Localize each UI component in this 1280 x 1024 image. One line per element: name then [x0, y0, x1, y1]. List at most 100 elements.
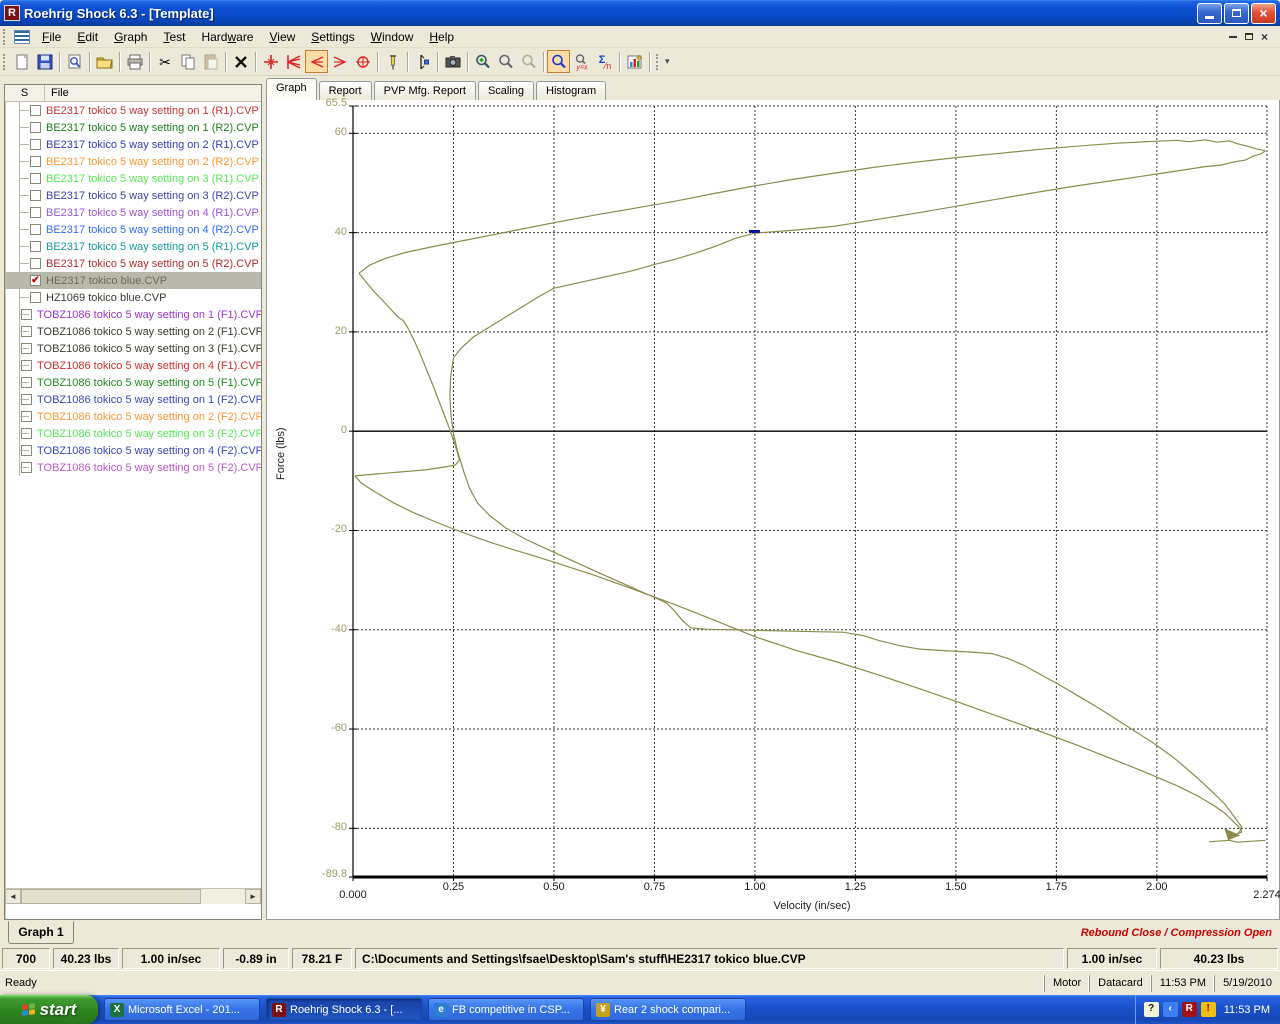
- scroll-left-icon[interactable]: ◄: [5, 889, 21, 904]
- file-checkbox[interactable]: [30, 122, 41, 133]
- collapse-tray-icon[interactable]: ‹: [1163, 1002, 1178, 1017]
- taskbar-button[interactable]: RRoehrig Shock 6.3 - [...: [266, 998, 422, 1021]
- save-button[interactable]: [33, 50, 56, 73]
- cut-button[interactable]: ✂: [153, 50, 176, 73]
- file-checkbox[interactable]: [30, 139, 41, 150]
- minimize-button[interactable]: [1197, 3, 1222, 24]
- zoom-yx-button[interactable]: y=x: [570, 50, 593, 73]
- file-checkbox[interactable]: [30, 224, 41, 235]
- taskbar-button[interactable]: XMicrosoft Excel - 201...: [104, 998, 260, 1021]
- menu-item-edit[interactable]: Edit: [69, 27, 106, 47]
- toolbar-grip[interactable]: [3, 54, 7, 70]
- file-checkbox[interactable]: [30, 258, 41, 269]
- print-button[interactable]: [123, 50, 146, 73]
- tab-scaling[interactable]: Scaling: [478, 81, 534, 100]
- scroll-right-icon[interactable]: ►: [245, 889, 261, 904]
- file-checkbox[interactable]: [30, 173, 41, 184]
- gas-slider-tool-button[interactable]: [411, 50, 434, 73]
- status-value-cell: 1.00 in/sec: [1067, 948, 1157, 969]
- mdi-restore-icon[interactable]: [1245, 33, 1253, 40]
- close-button[interactable]: ×: [1251, 3, 1276, 24]
- column-header-file[interactable]: File: [45, 85, 261, 101]
- scrollbar-thumb[interactable]: [21, 889, 201, 904]
- file-row[interactable]: TOBZ1086 tokico 5 way setting on 2 (F1).…: [5, 323, 261, 340]
- file-row[interactable]: BE2317 tokico 5 way setting on 3 (R1).CV…: [5, 170, 261, 187]
- print-preview-button[interactable]: [63, 50, 86, 73]
- camera-button[interactable]: [441, 50, 464, 73]
- taskbar-button[interactable]: ¥Rear 2 shock compari...: [590, 998, 746, 1021]
- chart-area[interactable]: Force (lbs) Velocity (in/sec) 65.5604020…: [266, 100, 1280, 920]
- curves-fan-tool-button[interactable]: [282, 50, 305, 73]
- file-row[interactable]: BE2317 tokico 5 way setting on 1 (R1).CV…: [5, 102, 261, 119]
- tab-graph-1[interactable]: Graph 1: [8, 921, 74, 944]
- menu-item-file[interactable]: File: [34, 27, 69, 47]
- mdi-close-icon[interactable]: ×: [1261, 30, 1268, 44]
- file-row[interactable]: HZ1069 tokico blue.CVP: [5, 289, 261, 306]
- file-checkbox[interactable]: [30, 156, 41, 167]
- sigma-n-button[interactable]: Σ⁄n: [593, 50, 616, 73]
- new-document-button[interactable]: [10, 50, 33, 73]
- tab-histogram[interactable]: Histogram: [536, 81, 606, 100]
- toolbar2-grip[interactable]: [656, 54, 660, 70]
- file-row[interactable]: TOBZ1086 tokico 5 way setting on 5 (F2).…: [5, 459, 261, 476]
- help-tray-icon[interactable]: ?: [1144, 1002, 1159, 1017]
- curves-right-tool-button[interactable]: [328, 50, 351, 73]
- file-row[interactable]: TOBZ1086 tokico 5 way setting on 3 (F1).…: [5, 340, 261, 357]
- open-folder-button[interactable]: [93, 50, 116, 73]
- file-checkbox[interactable]: [30, 190, 41, 201]
- tab-pvp-mfg-report[interactable]: PVP Mfg. Report: [374, 81, 476, 100]
- force-velocity-plot[interactable]: [267, 100, 1279, 918]
- zoom-out-button[interactable]: [517, 50, 540, 73]
- file-row[interactable]: TOBZ1086 tokico 5 way setting on 2 (F2).…: [5, 408, 261, 425]
- crosshair-tool-button[interactable]: [259, 50, 282, 73]
- security-shield-icon[interactable]: !: [1201, 1002, 1216, 1017]
- horizontal-scrollbar[interactable]: ◄ ►: [5, 888, 261, 904]
- menu-item-test[interactable]: Test: [155, 27, 193, 47]
- roehrig-tray-icon[interactable]: R: [1182, 1002, 1197, 1017]
- restore-button[interactable]: [1224, 3, 1249, 24]
- file-row[interactable]: BE2317 tokico 5 way setting on 1 (R2).CV…: [5, 119, 261, 136]
- file-row[interactable]: BE2317 tokico 5 way setting on 5 (R2).CV…: [5, 255, 261, 272]
- file-row[interactable]: BE2317 tokico 5 way setting on 4 (R2).CV…: [5, 221, 261, 238]
- file-row[interactable]: TOBZ1086 tokico 5 way setting on 5 (F1).…: [5, 374, 261, 391]
- file-row[interactable]: BE2317 tokico 5 way setting on 2 (R1).CV…: [5, 136, 261, 153]
- file-row[interactable]: TOBZ1086 tokico 5 way setting on 4 (F1).…: [5, 357, 261, 374]
- file-row[interactable]: TOBZ1086 tokico 5 way setting on 1 (F2).…: [5, 391, 261, 408]
- file-row[interactable]: TOBZ1086 tokico 5 way setting on 1 (F1).…: [5, 306, 261, 323]
- menu-item-hardware[interactable]: Hardware: [193, 27, 261, 47]
- taskbar-button[interactable]: eFB competitive in CSP...: [428, 998, 584, 1021]
- column-header-s[interactable]: S: [5, 85, 45, 101]
- file-row[interactable]: BE2317 tokico 5 way setting on 2 (R2).CV…: [5, 153, 261, 170]
- tab-graph[interactable]: Graph: [266, 78, 317, 100]
- mdi-minimize-icon[interactable]: [1229, 36, 1237, 38]
- curves-left-tool-button[interactable]: [305, 50, 328, 73]
- file-checkbox[interactable]: [30, 292, 41, 303]
- file-row[interactable]: ✔HE2317 tokico blue.CVP: [5, 272, 261, 289]
- injector-tool-button[interactable]: [381, 50, 404, 73]
- file-checkbox[interactable]: ✔: [30, 275, 41, 286]
- chart-wizard-button[interactable]: [623, 50, 646, 73]
- menu-item-view[interactable]: View: [261, 27, 303, 47]
- file-row[interactable]: BE2317 tokico 5 way setting on 3 (R2).CV…: [5, 187, 261, 204]
- menu-item-graph[interactable]: Graph: [106, 27, 155, 47]
- file-row[interactable]: BE2317 tokico 5 way setting on 5 (R1).CV…: [5, 238, 261, 255]
- menu-item-window[interactable]: Window: [363, 27, 422, 47]
- copy-button[interactable]: [176, 50, 199, 73]
- menu-item-help[interactable]: Help: [421, 27, 462, 47]
- zoom-pointer-button[interactable]: [494, 50, 517, 73]
- file-checkbox[interactable]: [30, 207, 41, 218]
- paste-button[interactable]: [199, 50, 222, 73]
- file-row[interactable]: TOBZ1086 tokico 5 way setting on 4 (F2).…: [5, 442, 261, 459]
- menubar-grip[interactable]: [3, 29, 7, 45]
- delete-button[interactable]: [229, 50, 252, 73]
- zoom-select-button[interactable]: [547, 50, 570, 73]
- start-button[interactable]: start: [0, 995, 98, 1024]
- menu-item-settings[interactable]: Settings: [303, 27, 362, 47]
- toolbar-overflow-icon[interactable]: ▾: [665, 56, 670, 67]
- file-row[interactable]: TOBZ1086 tokico 5 way setting on 3 (F2).…: [5, 425, 261, 442]
- file-row[interactable]: BE2317 tokico 5 way setting on 4 (R1).CV…: [5, 204, 261, 221]
- file-checkbox[interactable]: [30, 105, 41, 116]
- file-checkbox[interactable]: [30, 241, 41, 252]
- circle-axis-tool-button[interactable]: [351, 50, 374, 73]
- zoom-in-button[interactable]: [471, 50, 494, 73]
